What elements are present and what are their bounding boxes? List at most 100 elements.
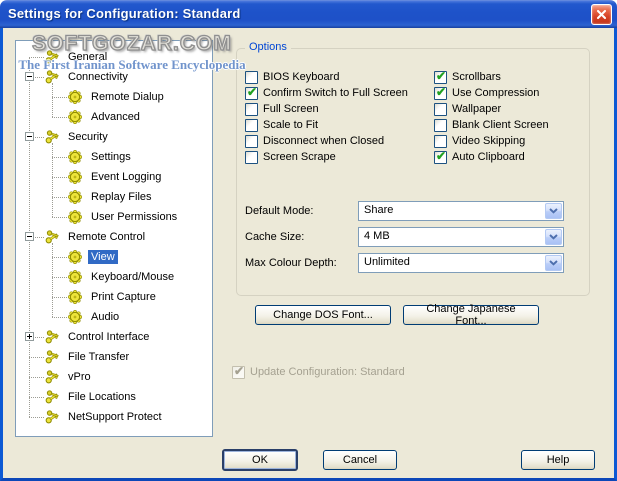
tree-item-label[interactable]: Remote Dialup bbox=[88, 90, 167, 104]
checkbox-icon[interactable] bbox=[434, 134, 447, 148]
checkbox-auto-clipboard[interactable]: ✔ Auto Clipboard bbox=[434, 149, 525, 165]
chevron-down-icon[interactable] bbox=[545, 229, 562, 245]
collapse-icon[interactable] bbox=[25, 132, 34, 141]
tree-item-general[interactable]: General bbox=[16, 47, 212, 67]
tree-item-print-capture[interactable]: Print Capture bbox=[16, 287, 212, 307]
tree-connector-line bbox=[29, 57, 44, 58]
tree-item-label[interactable]: vPro bbox=[65, 370, 94, 384]
checkbox-confirm-switch-to-full-screen[interactable]: ✔ Confirm Switch to Full Screen bbox=[245, 85, 408, 101]
tree-item-control-interface[interactable]: Control Interface bbox=[16, 327, 212, 347]
tree-connector-line bbox=[52, 277, 67, 278]
dialog-window: Settings for Configuration: Standard Gen… bbox=[0, 0, 617, 481]
tree-item-keyboard-mouse[interactable]: Keyboard/Mouse bbox=[16, 267, 212, 287]
checkbox-use-compression[interactable]: ✔ Use Compression bbox=[434, 85, 539, 101]
checkbox-full-screen[interactable]: Full Screen bbox=[245, 101, 319, 117]
gear-icon bbox=[67, 149, 83, 165]
update-configuration-checkbox: ✔ Update Configuration: Standard bbox=[232, 364, 405, 380]
tree-item-label[interactable]: View bbox=[88, 250, 118, 264]
tree-item-file-locations[interactable]: File Locations bbox=[16, 387, 212, 407]
tree-item-connectivity[interactable]: Connectivity bbox=[16, 67, 212, 87]
chevron-down-icon[interactable] bbox=[545, 203, 562, 219]
default-mode-select[interactable]: Share bbox=[358, 201, 564, 221]
close-button[interactable] bbox=[591, 4, 612, 25]
checkbox-icon[interactable]: ✔ bbox=[245, 85, 258, 100]
titlebar[interactable]: Settings for Configuration: Standard bbox=[0, 0, 617, 28]
change-japanese-font-button[interactable]: Change Japanese Font... bbox=[403, 303, 539, 327]
gear-icon bbox=[67, 169, 83, 185]
tree-item-label[interactable]: Keyboard/Mouse bbox=[88, 270, 177, 284]
tree-item-label[interactable]: Control Interface bbox=[65, 330, 152, 344]
checkbox-video-skipping[interactable]: Video Skipping bbox=[434, 133, 525, 149]
keys-icon bbox=[45, 370, 59, 384]
checkbox-label: Wallpaper bbox=[452, 103, 502, 115]
tree-item-label[interactable]: Security bbox=[65, 130, 111, 144]
keys-icon bbox=[45, 70, 59, 84]
tree-item-label[interactable]: File Locations bbox=[65, 390, 139, 404]
checkbox-label: Confirm Switch to Full Screen bbox=[263, 87, 408, 99]
checkbox-icon[interactable] bbox=[245, 102, 258, 116]
tree-item-audio[interactable]: Audio bbox=[16, 307, 212, 327]
dialog-body: General Connectivity Remote Dialup Advanced… bbox=[0, 28, 617, 481]
checkbox-scale-to-fit[interactable]: Scale to Fit bbox=[245, 117, 318, 133]
ok-button[interactable]: OK bbox=[222, 449, 298, 471]
checkbox-icon[interactable] bbox=[245, 134, 258, 148]
expand-icon[interactable] bbox=[25, 332, 34, 341]
tree-item-label[interactable]: Audio bbox=[88, 310, 122, 324]
checkbox-label: Use Compression bbox=[452, 87, 540, 99]
tree-item-settings[interactable]: Settings bbox=[16, 147, 212, 167]
checkbox-icon[interactable] bbox=[434, 118, 447, 132]
collapse-icon[interactable] bbox=[25, 72, 34, 81]
tree-item-label[interactable]: Advanced bbox=[88, 110, 143, 124]
checkbox-screen-scrape[interactable]: Screen Scrape bbox=[245, 149, 336, 165]
tree-item-label[interactable]: General bbox=[65, 50, 110, 64]
tree-item-user-permissions[interactable]: User Permissions bbox=[16, 207, 212, 227]
settings-dialog: Settings for Configuration: Standard Gen… bbox=[0, 0, 617, 481]
cache-size-value: 4 MB bbox=[364, 230, 390, 242]
checkbox-blank-client-screen[interactable]: Blank Client Screen bbox=[434, 117, 549, 133]
tree-item-netsupport-protect[interactable]: NetSupport Protect bbox=[16, 407, 212, 427]
help-button[interactable]: Help bbox=[521, 450, 595, 470]
checkbox-icon[interactable] bbox=[434, 102, 447, 116]
config-tree[interactable]: General Connectivity Remote Dialup Advanced… bbox=[15, 40, 213, 437]
checkbox-disconnect-when-closed[interactable]: Disconnect when Closed bbox=[245, 133, 384, 149]
tree-item-label[interactable]: Replay Files bbox=[88, 190, 155, 204]
update-configuration-label: Update Configuration: Standard bbox=[250, 366, 405, 378]
collapse-icon[interactable] bbox=[25, 232, 34, 241]
tree-item-label[interactable]: Settings bbox=[88, 150, 134, 164]
tree-item-vpro[interactable]: vPro bbox=[16, 367, 212, 387]
tree-item-label[interactable]: NetSupport Protect bbox=[65, 410, 165, 424]
tree-connector-line bbox=[52, 177, 67, 178]
tree-item-advanced[interactable]: Advanced bbox=[16, 107, 212, 127]
checkbox-wallpaper[interactable]: Wallpaper bbox=[434, 101, 501, 117]
tree-item-view[interactable]: View bbox=[16, 247, 212, 267]
tree-item-file-transfer[interactable]: File Transfer bbox=[16, 347, 212, 367]
tree-item-label[interactable]: Print Capture bbox=[88, 290, 159, 304]
tree-item-remote-control[interactable]: Remote Control bbox=[16, 227, 212, 247]
tree-item-replay-files[interactable]: Replay Files bbox=[16, 187, 212, 207]
checkbox-icon[interactable]: ✔ bbox=[434, 85, 447, 100]
checkbox-scrollbars[interactable]: ✔ Scrollbars bbox=[434, 69, 501, 85]
checkbox-icon[interactable] bbox=[245, 70, 258, 84]
change-dos-font-button[interactable]: Change DOS Font... bbox=[255, 305, 391, 325]
tree-item-label[interactable]: Event Logging bbox=[88, 170, 164, 184]
tree-item-label[interactable]: Remote Control bbox=[65, 230, 148, 244]
checkbox-icon[interactable] bbox=[245, 150, 258, 164]
tree-connector-line bbox=[52, 117, 67, 118]
checkbox-icon[interactable]: ✔ bbox=[434, 149, 447, 164]
cancel-button[interactable]: Cancel bbox=[323, 450, 397, 470]
chevron-down-icon[interactable] bbox=[545, 255, 562, 271]
checkbox-icon[interactable] bbox=[245, 118, 258, 132]
tree-item-security[interactable]: Security bbox=[16, 127, 212, 147]
cache-size-row: Cache Size: 4 MB bbox=[245, 227, 583, 247]
tree-item-remote-dialup[interactable]: Remote Dialup bbox=[16, 87, 212, 107]
checkbox-icon[interactable]: ✔ bbox=[434, 69, 447, 84]
tree-item-event-logging[interactable]: Event Logging bbox=[16, 167, 212, 187]
checkbox-bios-keyboard[interactable]: BIOS Keyboard bbox=[245, 69, 339, 85]
keys-icon bbox=[45, 410, 59, 424]
max-colour-depth-value: Unlimited bbox=[364, 256, 410, 268]
cache-size-select[interactable]: 4 MB bbox=[358, 227, 564, 247]
tree-item-label[interactable]: File Transfer bbox=[65, 350, 132, 364]
max-colour-depth-select[interactable]: Unlimited bbox=[358, 253, 564, 273]
tree-item-label[interactable]: Connectivity bbox=[65, 70, 131, 84]
tree-item-label[interactable]: User Permissions bbox=[88, 210, 180, 224]
